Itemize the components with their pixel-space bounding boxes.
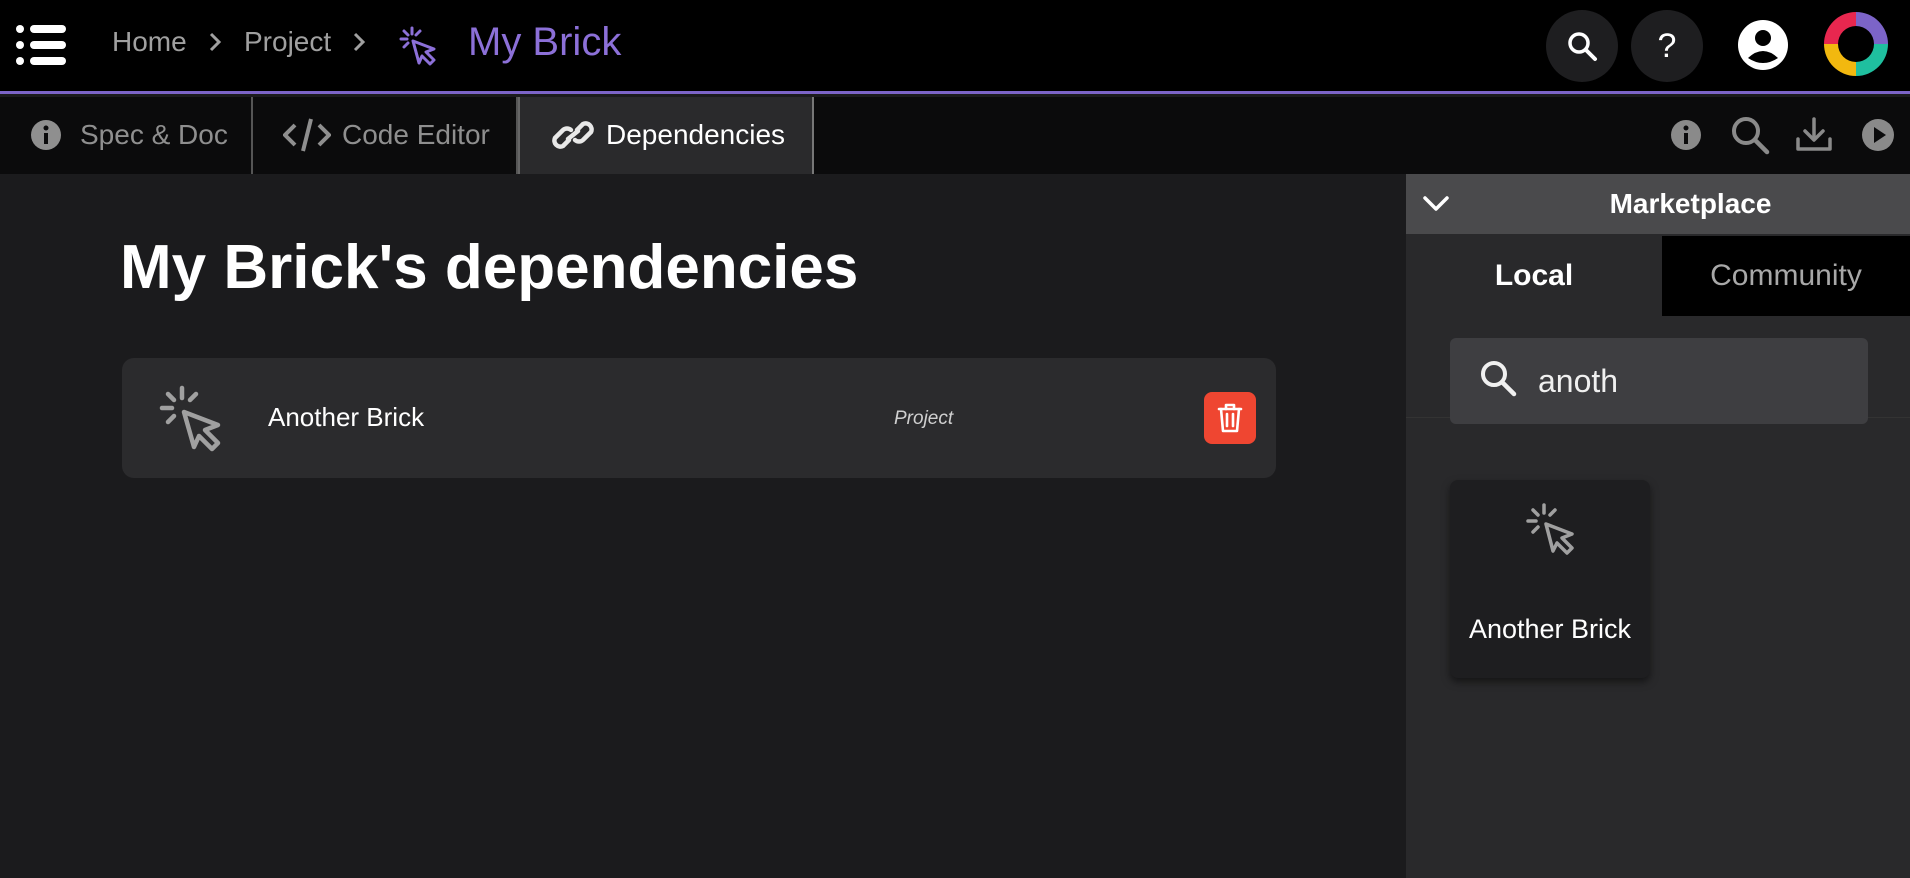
- search-button[interactable]: [1546, 10, 1618, 82]
- dependency-name: Another Brick: [268, 402, 425, 432]
- tab-community[interactable]: Community: [1662, 236, 1910, 316]
- breadcrumb-project[interactable]: Project: [244, 26, 331, 58]
- tab-dependencies[interactable]: Dependencies: [518, 97, 814, 174]
- help-button[interactable]: ?: [1631, 10, 1703, 82]
- play-icon[interactable]: [1856, 113, 1900, 157]
- tab-code-editor[interactable]: Code Editor: [253, 97, 518, 174]
- tab-spec-doc-label: Spec & Doc: [80, 119, 228, 150]
- top-bar: Home Project My Brick ?: [0, 0, 1910, 94]
- brick-cursor-icon: [399, 26, 436, 66]
- dependency-row[interactable]: Another Brick Project: [122, 358, 1276, 478]
- info-icon: [31, 120, 61, 150]
- marketplace-search-box[interactable]: [1450, 338, 1868, 424]
- marketplace-result-name: Another Brick: [1468, 614, 1632, 644]
- delete-dependency-button[interactable]: [1204, 392, 1256, 444]
- user-icon[interactable]: [1736, 18, 1790, 72]
- menu-icon[interactable]: [16, 25, 66, 65]
- marketplace-result-card[interactable]: Another Brick: [1450, 480, 1650, 678]
- trash-icon: [1217, 403, 1243, 433]
- breadcrumb-home[interactable]: Home: [112, 26, 187, 58]
- download-icon[interactable]: [1792, 113, 1836, 157]
- brick-cursor-icon: [1526, 503, 1574, 555]
- dependency-source: Project: [894, 408, 954, 429]
- marketplace-title: Marketplace: [1609, 188, 1772, 219]
- tab-dependencies-label: Dependencies: [606, 119, 786, 150]
- editor-tab-bar: Spec & Doc Code Editor Dependencies: [0, 97, 1910, 174]
- info-icon[interactable]: [1664, 113, 1708, 157]
- chevron-right-icon: [209, 32, 222, 52]
- search-icon[interactable]: [1728, 113, 1772, 157]
- marketplace-panel: Marketplace Local Community Another Bric…: [1406, 174, 1910, 878]
- search-icon: [1481, 361, 1517, 397]
- help-icon: ?: [1657, 27, 1677, 65]
- tab-local[interactable]: Local: [1406, 236, 1662, 316]
- tab-spec-doc[interactable]: Spec & Doc: [0, 97, 253, 174]
- breadcrumb-current-brick: My Brick: [468, 20, 622, 64]
- search-icon: [1568, 32, 1597, 61]
- page-title: My Brick's dependencies: [120, 233, 859, 302]
- chevron-right-icon: [353, 32, 366, 52]
- link-icon: [552, 121, 594, 149]
- dependencies-panel: My Brick's dependencies Another Brick Pr…: [0, 174, 1406, 878]
- marketplace-search-input[interactable]: [1538, 354, 1848, 408]
- tab-code-editor-label: Code Editor: [342, 119, 490, 150]
- brick-cursor-icon: [159, 385, 221, 452]
- app-logo[interactable]: [1820, 8, 1892, 80]
- code-icon: [283, 118, 331, 152]
- marketplace-header[interactable]: Marketplace: [1406, 174, 1910, 234]
